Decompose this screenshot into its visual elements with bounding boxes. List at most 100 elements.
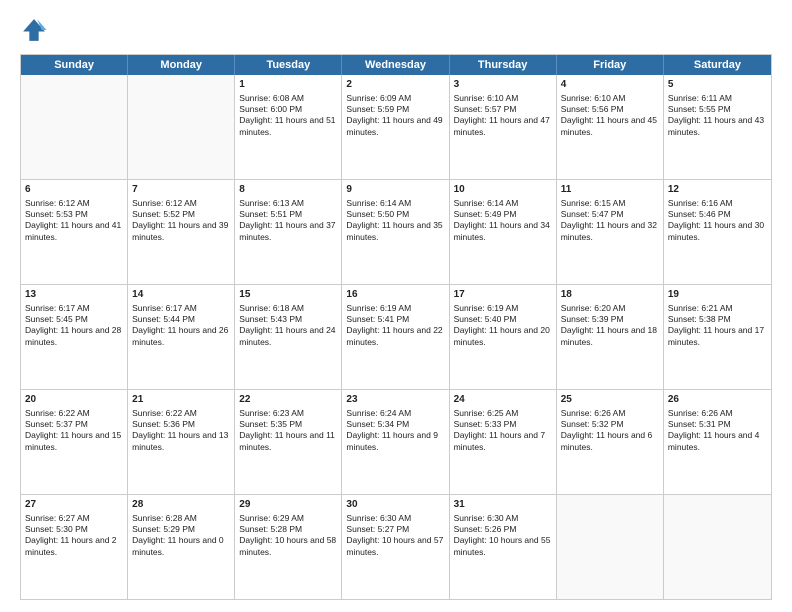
sunset-text: Sunset: 6:00 PM — [239, 104, 337, 115]
day-cell-4: 4Sunrise: 6:10 AMSunset: 5:56 PMDaylight… — [557, 75, 664, 179]
daylight-text: Daylight: 11 hours and 32 minutes. — [561, 220, 659, 243]
daylight-text: Daylight: 11 hours and 13 minutes. — [132, 430, 230, 453]
empty-cell — [557, 495, 664, 599]
day-number: 27 — [25, 498, 123, 512]
sunrise-text: Sunrise: 6:15 AM — [561, 198, 659, 209]
day-number: 4 — [561, 78, 659, 92]
sunrise-text: Sunrise: 6:24 AM — [346, 408, 444, 419]
daylight-text: Daylight: 11 hours and 18 minutes. — [561, 325, 659, 348]
sunrise-text: Sunrise: 6:18 AM — [239, 303, 337, 314]
day-cell-16: 16Sunrise: 6:19 AMSunset: 5:41 PMDayligh… — [342, 285, 449, 389]
daylight-text: Daylight: 11 hours and 47 minutes. — [454, 115, 552, 138]
daylight-text: Daylight: 11 hours and 41 minutes. — [25, 220, 123, 243]
sunrise-text: Sunrise: 6:25 AM — [454, 408, 552, 419]
daylight-text: Daylight: 11 hours and 7 minutes. — [454, 430, 552, 453]
day-cell-13: 13Sunrise: 6:17 AMSunset: 5:45 PMDayligh… — [21, 285, 128, 389]
day-cell-2: 2Sunrise: 6:09 AMSunset: 5:59 PMDaylight… — [342, 75, 449, 179]
sunrise-text: Sunrise: 6:21 AM — [668, 303, 767, 314]
header-day-wednesday: Wednesday — [342, 55, 449, 75]
sunrise-text: Sunrise: 6:09 AM — [346, 93, 444, 104]
day-number: 14 — [132, 288, 230, 302]
daylight-text: Daylight: 11 hours and 6 minutes. — [561, 430, 659, 453]
sunrise-text: Sunrise: 6:12 AM — [132, 198, 230, 209]
sunset-text: Sunset: 5:55 PM — [668, 104, 767, 115]
header-day-saturday: Saturday — [664, 55, 771, 75]
day-number: 23 — [346, 393, 444, 407]
daylight-text: Daylight: 11 hours and 20 minutes. — [454, 325, 552, 348]
sunrise-text: Sunrise: 6:30 AM — [454, 513, 552, 524]
day-cell-21: 21Sunrise: 6:22 AMSunset: 5:36 PMDayligh… — [128, 390, 235, 494]
daylight-text: Daylight: 10 hours and 58 minutes. — [239, 535, 337, 558]
sunrise-text: Sunrise: 6:08 AM — [239, 93, 337, 104]
week-row-5: 27Sunrise: 6:27 AMSunset: 5:30 PMDayligh… — [21, 494, 771, 599]
empty-cell — [664, 495, 771, 599]
day-number: 20 — [25, 393, 123, 407]
day-cell-28: 28Sunrise: 6:28 AMSunset: 5:29 PMDayligh… — [128, 495, 235, 599]
sunset-text: Sunset: 5:31 PM — [668, 419, 767, 430]
sunrise-text: Sunrise: 6:23 AM — [239, 408, 337, 419]
sunset-text: Sunset: 5:26 PM — [454, 524, 552, 535]
day-number: 2 — [346, 78, 444, 92]
daylight-text: Daylight: 11 hours and 51 minutes. — [239, 115, 337, 138]
week-row-2: 6Sunrise: 6:12 AMSunset: 5:53 PMDaylight… — [21, 179, 771, 284]
daylight-text: Daylight: 10 hours and 55 minutes. — [454, 535, 552, 558]
day-number: 31 — [454, 498, 552, 512]
day-cell-8: 8Sunrise: 6:13 AMSunset: 5:51 PMDaylight… — [235, 180, 342, 284]
daylight-text: Daylight: 11 hours and 17 minutes. — [668, 325, 767, 348]
header-day-friday: Friday — [557, 55, 664, 75]
sunset-text: Sunset: 5:27 PM — [346, 524, 444, 535]
day-cell-29: 29Sunrise: 6:29 AMSunset: 5:28 PMDayligh… — [235, 495, 342, 599]
day-cell-10: 10Sunrise: 6:14 AMSunset: 5:49 PMDayligh… — [450, 180, 557, 284]
sunrise-text: Sunrise: 6:29 AM — [239, 513, 337, 524]
sunrise-text: Sunrise: 6:19 AM — [346, 303, 444, 314]
daylight-text: Daylight: 11 hours and 11 minutes. — [239, 430, 337, 453]
sunrise-text: Sunrise: 6:20 AM — [561, 303, 659, 314]
day-cell-22: 22Sunrise: 6:23 AMSunset: 5:35 PMDayligh… — [235, 390, 342, 494]
day-number: 28 — [132, 498, 230, 512]
sunset-text: Sunset: 5:47 PM — [561, 209, 659, 220]
header-day-monday: Monday — [128, 55, 235, 75]
sunset-text: Sunset: 5:30 PM — [25, 524, 123, 535]
day-number: 18 — [561, 288, 659, 302]
daylight-text: Daylight: 11 hours and 43 minutes. — [668, 115, 767, 138]
sunset-text: Sunset: 5:37 PM — [25, 419, 123, 430]
sunrise-text: Sunrise: 6:17 AM — [25, 303, 123, 314]
daylight-text: Daylight: 11 hours and 37 minutes. — [239, 220, 337, 243]
sunset-text: Sunset: 5:59 PM — [346, 104, 444, 115]
daylight-text: Daylight: 11 hours and 45 minutes. — [561, 115, 659, 138]
sunrise-text: Sunrise: 6:26 AM — [561, 408, 659, 419]
day-number: 17 — [454, 288, 552, 302]
empty-cell — [21, 75, 128, 179]
day-cell-15: 15Sunrise: 6:18 AMSunset: 5:43 PMDayligh… — [235, 285, 342, 389]
day-number: 10 — [454, 183, 552, 197]
empty-cell — [128, 75, 235, 179]
sunset-text: Sunset: 5:36 PM — [132, 419, 230, 430]
sunset-text: Sunset: 5:51 PM — [239, 209, 337, 220]
sunrise-text: Sunrise: 6:17 AM — [132, 303, 230, 314]
day-number: 24 — [454, 393, 552, 407]
day-number: 15 — [239, 288, 337, 302]
daylight-text: Daylight: 11 hours and 9 minutes. — [346, 430, 444, 453]
daylight-text: Daylight: 11 hours and 2 minutes. — [25, 535, 123, 558]
sunrise-text: Sunrise: 6:11 AM — [668, 93, 767, 104]
day-cell-30: 30Sunrise: 6:30 AMSunset: 5:27 PMDayligh… — [342, 495, 449, 599]
sunrise-text: Sunrise: 6:10 AM — [454, 93, 552, 104]
day-number: 12 — [668, 183, 767, 197]
day-number: 9 — [346, 183, 444, 197]
daylight-text: Daylight: 10 hours and 57 minutes. — [346, 535, 444, 558]
week-row-4: 20Sunrise: 6:22 AMSunset: 5:37 PMDayligh… — [21, 389, 771, 494]
calendar-body: 1Sunrise: 6:08 AMSunset: 6:00 PMDaylight… — [21, 75, 771, 599]
sunset-text: Sunset: 5:50 PM — [346, 209, 444, 220]
day-number: 30 — [346, 498, 444, 512]
sunset-text: Sunset: 5:40 PM — [454, 314, 552, 325]
day-number: 3 — [454, 78, 552, 92]
sunset-text: Sunset: 5:33 PM — [454, 419, 552, 430]
day-number: 6 — [25, 183, 123, 197]
sunrise-text: Sunrise: 6:16 AM — [668, 198, 767, 209]
header-day-tuesday: Tuesday — [235, 55, 342, 75]
day-number: 19 — [668, 288, 767, 302]
sunset-text: Sunset: 5:57 PM — [454, 104, 552, 115]
header-day-thursday: Thursday — [450, 55, 557, 75]
sunrise-text: Sunrise: 6:19 AM — [454, 303, 552, 314]
sunset-text: Sunset: 5:44 PM — [132, 314, 230, 325]
